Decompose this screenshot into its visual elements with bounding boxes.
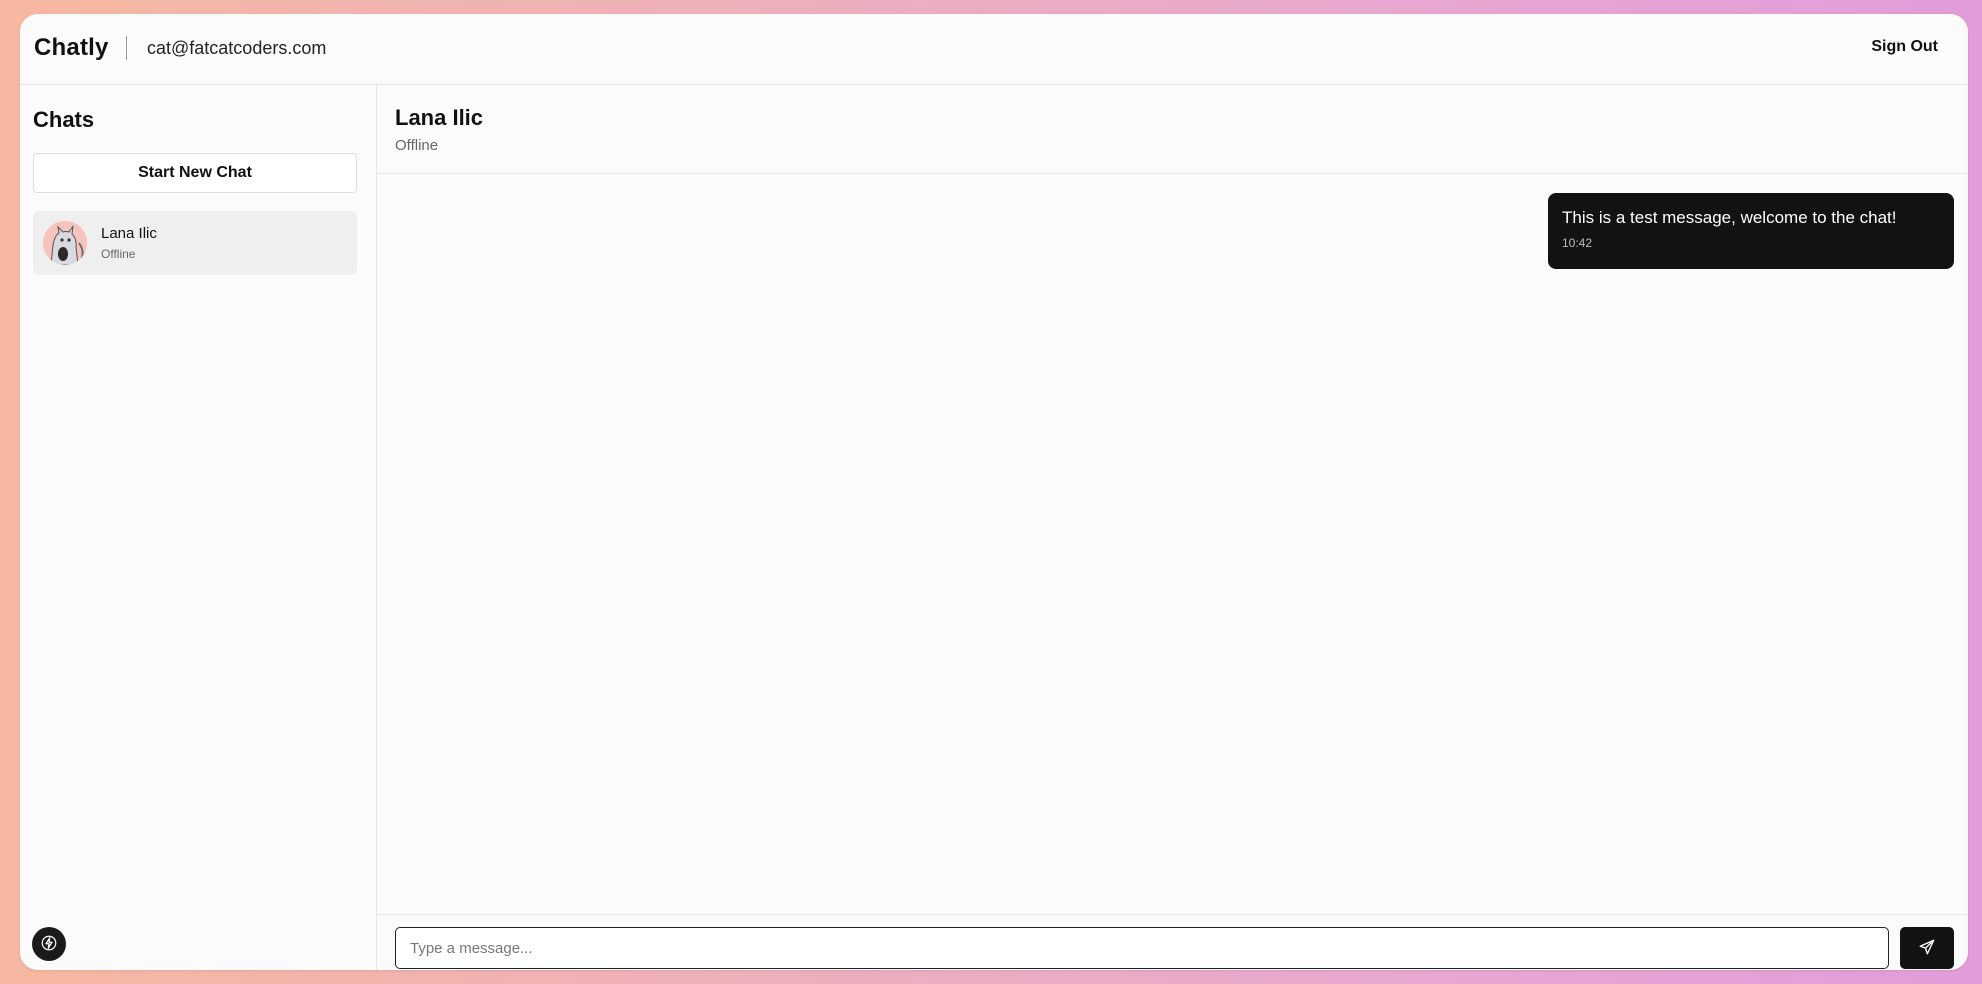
contact-status: Offline <box>395 137 439 154</box>
message-composer <box>377 914 1968 970</box>
chat-item-name: Lana Ilic <box>101 225 157 242</box>
contact-name: Lana Ilic <box>395 105 484 130</box>
conversation-panel: Lana Ilic Offline This is a test message… <box>377 85 1968 970</box>
message-input[interactable] <box>395 927 1889 969</box>
send-icon <box>1918 938 1936 959</box>
message-bubble: This is a test message, welcome to the c… <box>1548 193 1954 269</box>
header-divider <box>126 36 127 60</box>
start-new-chat-button[interactable]: Start New Chat <box>33 153 357 193</box>
send-button[interactable] <box>1900 927 1954 969</box>
message-text: This is a test message, welcome to the c… <box>1562 208 1897 227</box>
lightning-bolt-button[interactable] <box>32 927 66 961</box>
app-logo: Chatly <box>34 34 109 61</box>
top-bar: Chatly cat@fatcatcoders.com Sign Out <box>20 14 1968 85</box>
conversation-header: Lana Ilic Offline <box>377 85 1968 174</box>
chat-item-status: Offline <box>101 247 136 261</box>
cat-avatar-icon <box>43 221 87 265</box>
sign-out-button[interactable]: Sign Out <box>1871 38 1938 56</box>
chats-sidebar: Chats Start New Chat Lana Ilic Offline <box>20 85 377 970</box>
sidebar-title: Chats <box>33 107 95 132</box>
app-window: Chatly cat@fatcatcoders.com Sign Out Cha… <box>20 14 1968 970</box>
chat-list-item[interactable]: Lana Ilic Offline <box>33 211 357 275</box>
lightning-bolt-icon <box>40 934 58 955</box>
message-time: 10:42 <box>1562 236 1593 250</box>
user-email: cat@fatcatcoders.com <box>147 38 327 58</box>
